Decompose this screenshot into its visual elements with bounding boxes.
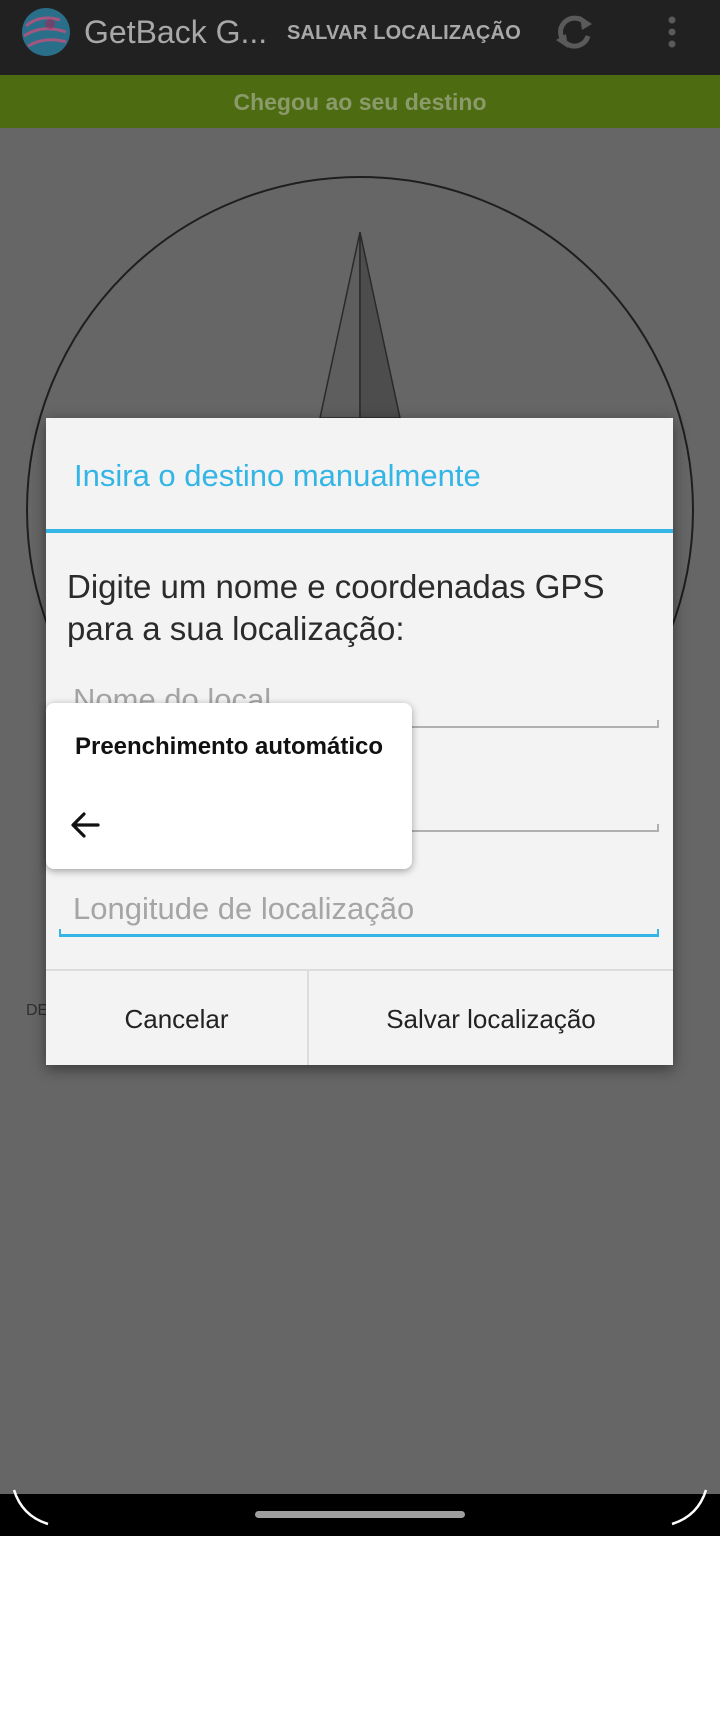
longitude-field	[59, 885, 659, 937]
longitude-input[interactable]	[59, 885, 659, 933]
arrow-back-icon[interactable]	[68, 807, 104, 843]
save-location-action[interactable]: SALVAR LOCALIZAÇÃO	[287, 22, 521, 45]
navigation-bar	[0, 1494, 720, 1536]
app-title: GetBack G...	[84, 14, 268, 50]
status-text: Chegou ao seu destino	[233, 89, 487, 115]
screen: GetBack G... SALVAR LOCALIZAÇÃO Chegou a…	[0, 0, 720, 1536]
screen-corner-left-icon	[12, 1489, 49, 1526]
save-location-button[interactable]: Salvar localização	[309, 971, 673, 1065]
home-gesture-handle[interactable]	[255, 1511, 465, 1518]
more-vert-icon[interactable]	[652, 10, 692, 54]
refresh-icon[interactable]	[552, 10, 596, 54]
longitude-underline	[59, 929, 659, 937]
dialog-message: Digite um nome e coordenadas GPS para a …	[67, 568, 605, 647]
autofill-popup: Preenchimento automático	[46, 703, 412, 869]
screen-corner-right-icon	[671, 1489, 708, 1526]
dialog-title-divider	[46, 529, 673, 533]
background-label: DE	[26, 1002, 49, 1019]
status-banner: Chegou ao seu destino	[0, 75, 720, 128]
dialog-title: Insira o destino manualmente	[74, 458, 481, 493]
cancel-button[interactable]: Cancelar	[46, 971, 307, 1065]
autofill-title[interactable]: Preenchimento automático	[46, 733, 412, 761]
app-bar: GetBack G... SALVAR LOCALIZAÇÃO	[0, 0, 720, 75]
app-logo-icon	[22, 8, 70, 56]
